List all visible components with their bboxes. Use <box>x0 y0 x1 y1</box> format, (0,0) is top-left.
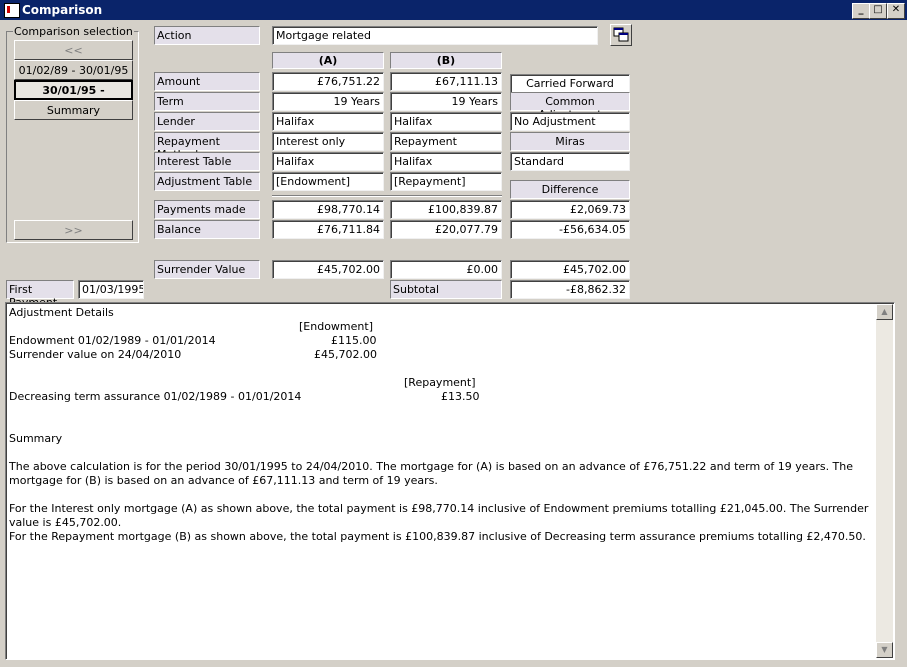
minimize-button[interactable]: _ <box>852 3 870 19</box>
miras-field[interactable]: Standard <box>510 152 630 171</box>
common-adjustment-field[interactable]: No Adjustment <box>510 112 630 131</box>
difference-label: Difference <box>510 180 630 199</box>
repayment-header: [Repayment] <box>404 376 476 389</box>
carried-forward-field[interactable]: Carried Forward <box>510 74 630 93</box>
details-heading: Adjustment Details <box>9 306 114 319</box>
lender-label: Lender <box>154 112 260 131</box>
surrender-value-label: Surrender Value <box>154 260 260 279</box>
surrender-line: Surrender value on 24/04/2010 <box>9 348 182 361</box>
lender-a-field[interactable]: Halifax <box>272 112 384 131</box>
summary-button[interactable]: Summary <box>14 100 133 120</box>
amount-a-field[interactable]: £76,751.22 <box>272 72 384 91</box>
interest-table-b-field[interactable]: Halifax <box>390 152 502 171</box>
balance-label: Balance <box>154 220 260 239</box>
payments-made-diff-field[interactable]: £2,069.73 <box>510 200 630 219</box>
repayment-method-label: Repayment Method <box>154 132 260 161</box>
payments-made-a-field[interactable]: £98,770.14 <box>272 200 384 219</box>
balance-diff-field[interactable]: -£56,634.05 <box>510 220 630 239</box>
adjustment-details-panel[interactable]: Adjustment Details [Endowment] Endowment… <box>5 302 895 660</box>
interest-table-a-field[interactable]: Halifax <box>272 152 384 171</box>
surrender-amount: £45,702.00 <box>314 348 377 361</box>
dta-amount: £13.50 <box>441 390 480 403</box>
scroll-up-button[interactable]: ▲ <box>876 304 893 320</box>
action-label: Action <box>154 26 260 45</box>
vertical-scrollbar[interactable]: ▲ ▼ <box>876 304 893 658</box>
separator <box>272 195 502 197</box>
column-header-b: (B) <box>390 52 502 69</box>
amount-b-field[interactable]: £67,111.13 <box>390 72 502 91</box>
period-button-2[interactable]: 30/01/95 - 24/04/10 <box>14 80 133 110</box>
scroll-down-button[interactable]: ▼ <box>876 642 893 658</box>
term-label: Term <box>154 92 260 111</box>
action-field[interactable]: Mortgage related <box>272 26 598 45</box>
period-button-1[interactable]: 01/02/89 - 30/01/95 <box>14 60 133 80</box>
summary-paragraph-3: For the Repayment mortgage (B) as shown … <box>9 530 866 543</box>
summary-paragraph-2: For the Interest only mortgage (A) as sh… <box>9 502 869 529</box>
comparison-selection-legend: Comparison selection <box>14 25 133 38</box>
summary-heading: Summary <box>9 432 63 445</box>
surrender-value-b-field[interactable]: £0.00 <box>390 260 502 279</box>
surrender-value-diff-field[interactable]: £45,702.00 <box>510 260 630 279</box>
adjustment-table-b-field[interactable]: [Repayment] <box>390 172 502 191</box>
endowment-header: [Endowment] <box>299 320 373 333</box>
close-button[interactable]: ✕ <box>887 3 905 19</box>
lender-b-field[interactable]: Halifax <box>390 112 502 131</box>
previous-period-button[interactable]: << <box>14 40 133 60</box>
term-a-field[interactable]: 19 Years <box>272 92 384 111</box>
windows-icon <box>613 27 629 42</box>
dta-line: Decreasing term assurance 01/02/1989 - 0… <box>9 390 302 403</box>
subtotal-label: Subtotal <box>390 280 502 299</box>
summary-paragraph-1: The above calculation is for the period … <box>9 460 854 487</box>
interest-table-label: Interest Table <box>154 152 260 171</box>
miras-label: Miras <box>510 132 630 151</box>
payments-made-b-field[interactable]: £100,839.87 <box>390 200 502 219</box>
adjustment-table-label: Adjustment Table <box>154 172 260 191</box>
balance-b-field[interactable]: £20,077.79 <box>390 220 502 239</box>
endowment-amount: £115.00 <box>331 334 377 347</box>
amount-label: Amount <box>154 72 260 91</box>
adjustment-table-a-field[interactable]: [Endowment] <box>272 172 384 191</box>
app-icon <box>4 3 20 18</box>
subtotal-field[interactable]: -£8,862.32 <box>510 280 630 299</box>
window-title: Comparison <box>22 3 103 17</box>
next-period-button[interactable]: >> <box>14 220 133 240</box>
maximize-button[interactable]: □ <box>869 3 887 19</box>
common-adjustment-label: Common Adjustment <box>510 92 630 121</box>
endowment-line: Endowment 01/02/1989 - 01/01/2014 <box>9 334 216 347</box>
repayment-method-a-field[interactable]: Interest only <box>272 132 384 151</box>
payments-made-label: Payments made <box>154 200 260 219</box>
surrender-value-a-field[interactable]: £45,702.00 <box>272 260 384 279</box>
lookup-button[interactable] <box>610 24 632 46</box>
first-payment-field[interactable]: 01/03/1995 <box>78 280 144 299</box>
first-payment-label: First Payment <box>6 280 74 309</box>
balance-a-field[interactable]: £76,711.84 <box>272 220 384 239</box>
term-b-field[interactable]: 19 Years <box>390 92 502 111</box>
column-header-a: (A) <box>272 52 384 69</box>
repayment-method-b-field[interactable]: Repayment <box>390 132 502 151</box>
title-bar: Comparison _ □ ✕ <box>0 0 907 20</box>
